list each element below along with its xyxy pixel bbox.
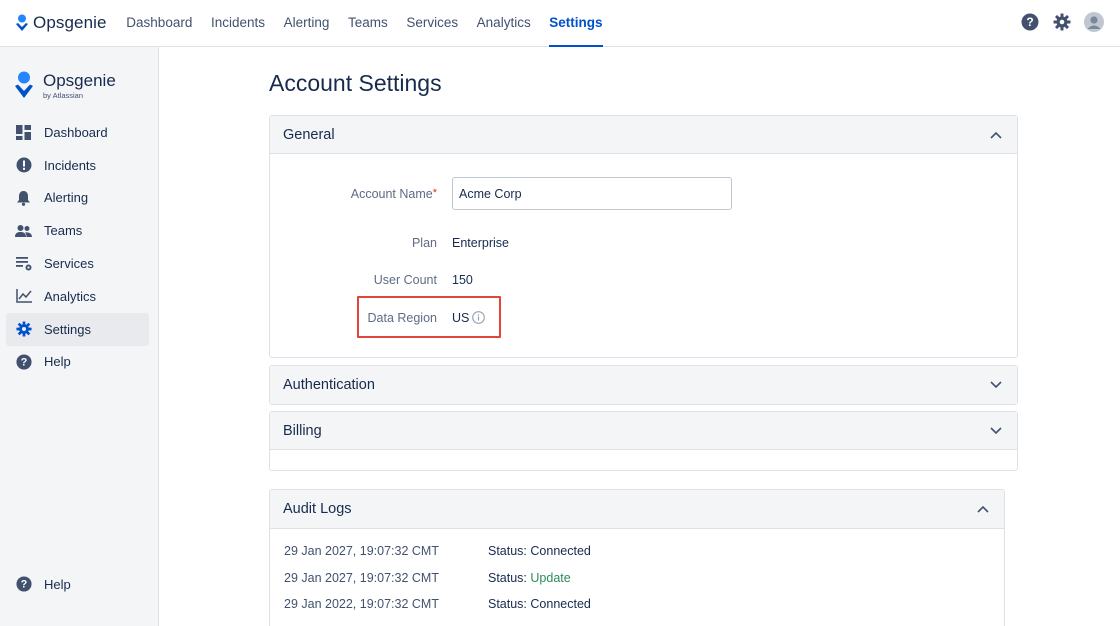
sidebar-bottom: ? Help [6,568,149,601]
nav-settings[interactable]: Settings [540,0,612,47]
sidebar-menu: Dashboard Incidents Alerting Teams Servi… [6,116,149,378]
sidebar-item-services[interactable]: Services [6,247,149,280]
people-icon [15,222,32,239]
authentication-panel-title: Authentication [283,377,375,393]
data-region-value: US [452,311,470,325]
log-status: Status: Connected [488,544,591,558]
log-timestamp: 29 Jan 2027, 19:07:32 CMT [284,544,439,558]
svg-text:?: ? [1026,15,1033,29]
sidebar-item-analytics[interactable]: Analytics [6,280,149,313]
log-status: Status: Update [488,571,571,585]
gear-icon [15,321,32,338]
avatar[interactable] [1084,12,1104,32]
audit-logs-panel: Audit Logs 29 Jan 2027, 19:07:32 CMT Sta… [269,489,1005,626]
brand-logo[interactable]: Opsgenie [15,13,107,33]
billing-panel: Billing [269,411,1018,471]
nav-incidents[interactable]: Incidents [202,0,275,47]
top-navigation-bar: Opsgenie Dashboard Incidents Alerting Te… [0,0,1120,47]
dashboard-icon [15,124,32,141]
opsgenie-logo-icon [15,71,33,98]
help-icon[interactable]: ? [1020,12,1040,32]
sidebar-item-dashboard[interactable]: Dashboard [6,116,149,149]
general-panel-header[interactable]: General [270,116,1017,154]
nav-analytics[interactable]: Analytics [467,0,540,47]
chevron-up-icon[interactable] [975,501,991,517]
plan-label: Plan [411,236,437,250]
sidebar-item-help-bottom[interactable]: ? Help [6,568,149,601]
svg-text:?: ? [20,357,27,369]
chevron-down-icon[interactable] [988,377,1004,393]
log-status: Status: Connected [488,597,591,611]
log-timestamp: 29 Jan 2027, 19:07:32 CMT [284,571,439,585]
sidebar-item-label: Alerting [44,190,89,206]
required-marker: * [432,187,437,199]
sidebar-item-label: Settings [44,321,91,337]
nav-alerting[interactable]: Alerting [274,0,338,47]
sidebar-item-label: Dashboard [44,124,108,140]
sidebar-item-label: Incidents [44,157,97,173]
log-timestamp: 29 Jan 2022, 19:07:32 CMT [284,597,439,611]
alert-circle-icon [15,157,32,174]
account-name-label: Account Name* [350,187,437,201]
help-icon: ? [15,576,32,593]
nav-teams[interactable]: Teams [339,0,397,47]
sidebar-item-label: Analytics [44,288,97,304]
general-panel-title: General [283,126,335,143]
sidebar-item-help[interactable]: ? Help [6,346,149,379]
sidebar-item-settings[interactable]: Settings [6,312,149,346]
sidebar-item-incidents[interactable]: Incidents [6,149,149,182]
sidebar-brand[interactable]: Opsgenie by Atlassian [14,71,116,100]
sidebar-item-alerting[interactable]: Alerting [6,182,149,215]
nav-dashboard[interactable]: Dashboard [117,0,202,47]
chevron-up-icon[interactable] [988,127,1004,143]
account-name-input[interactable] [452,177,732,210]
chart-icon [15,288,32,305]
general-panel: General Account Name* Plan Enterprise Us… [269,115,1018,358]
page-title: Account Settings [269,70,442,96]
user-count-value: 150 [452,273,473,287]
brand-name: Opsgenie [33,13,107,32]
audit-logs-panel-header[interactable]: Audit Logs [270,490,1004,529]
top-nav: Dashboard Incidents Alerting Teams Servi… [117,0,612,47]
svg-text:?: ? [20,579,27,591]
billing-panel-title: Billing [283,422,322,439]
audit-logs-panel-title: Audit Logs [283,501,352,517]
sidebar-item-label: Services [44,256,94,272]
sidebar: Opsgenie by Atlassian Dashboard Incident… [0,47,159,626]
sidebar-brand-title: Opsgenie [43,71,116,90]
authentication-panel-header[interactable]: Authentication [270,366,1017,404]
plan-value: Enterprise [452,236,509,250]
help-icon: ? [15,353,32,370]
opsgenie-logo-icon [16,14,28,31]
nav-services[interactable]: Services [397,0,467,47]
billing-panel-header[interactable]: Billing [270,412,1017,450]
sidebar-item-label: Help [44,576,71,592]
authentication-panel: Authentication [269,365,1018,405]
sidebar-item-label: Teams [44,223,83,239]
services-icon [15,255,32,272]
user-count-label: User Count [373,273,437,287]
bell-icon [15,189,32,206]
gear-icon[interactable] [1052,12,1072,32]
info-icon[interactable] [472,311,485,329]
update-link[interactable]: Update [530,571,570,585]
top-right-actions: ? [1020,12,1104,32]
sidebar-item-teams[interactable]: Teams [6,214,149,247]
data-region-label: Data Region [367,311,438,325]
sidebar-brand-subtitle: by Atlassian [43,91,84,100]
sidebar-item-label: Help [44,354,71,370]
chevron-down-icon[interactable] [988,423,1004,439]
